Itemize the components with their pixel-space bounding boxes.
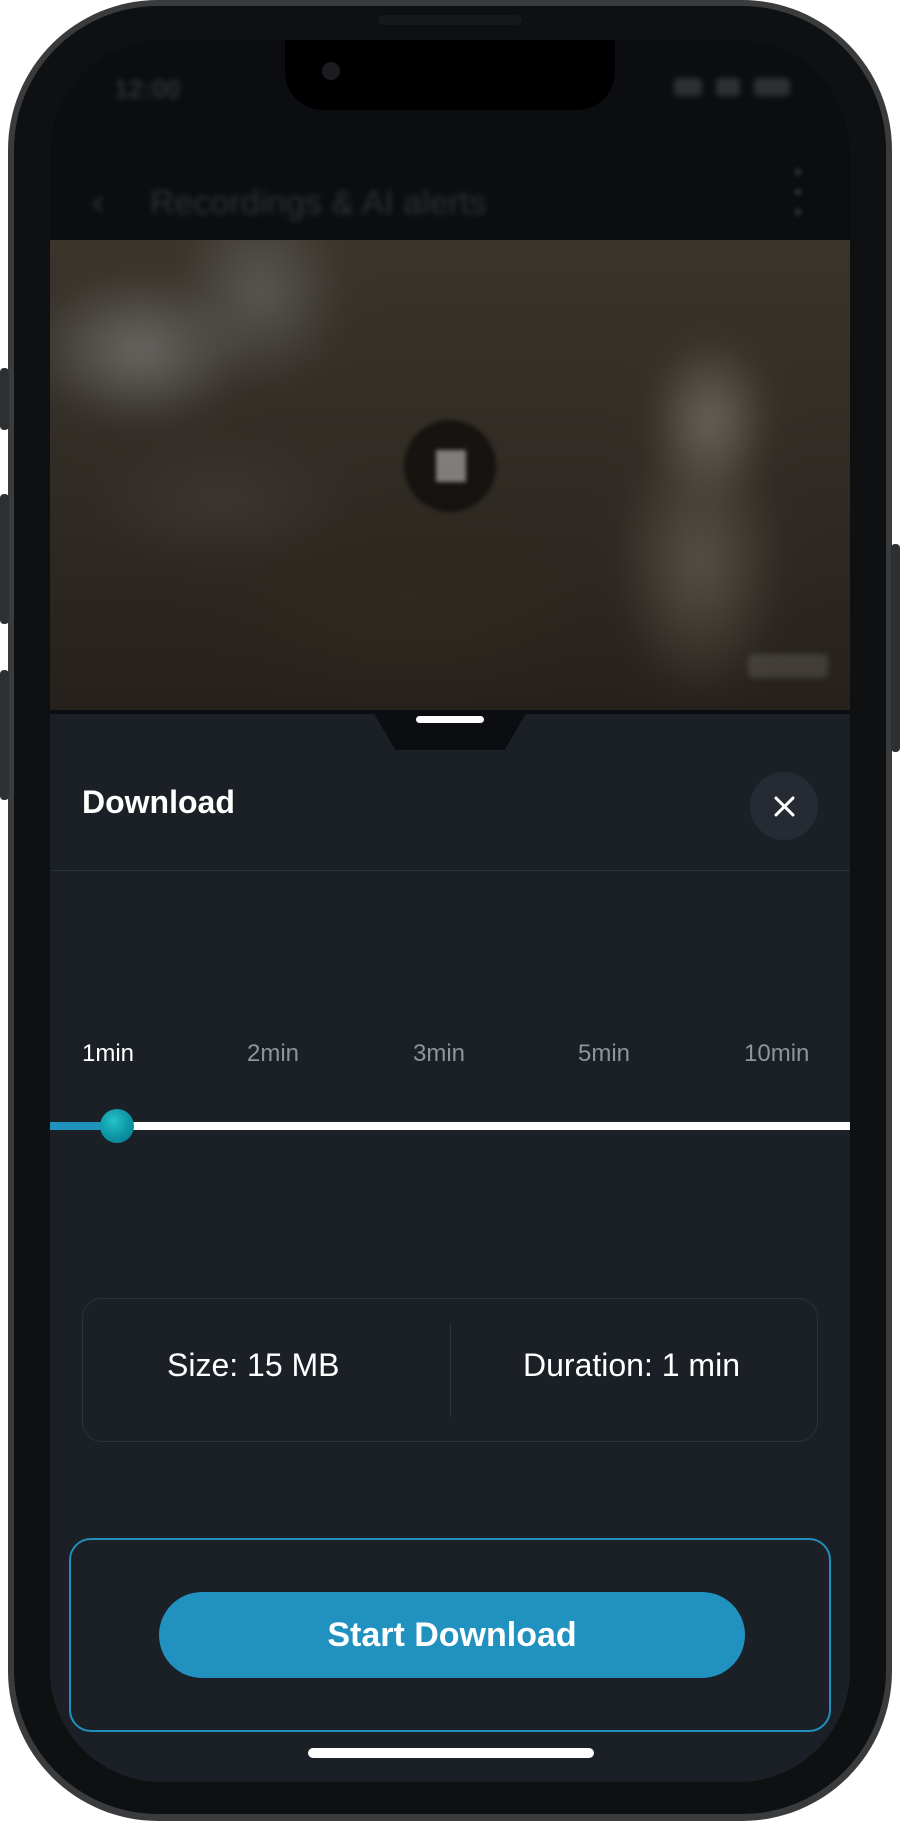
duration-option-1min[interactable]: 1min	[82, 1040, 134, 1068]
duration-option-10min[interactable]: 10min	[744, 1040, 809, 1068]
download-action-area: Start Download	[69, 1538, 831, 1732]
chevron-left-icon[interactable]: ‹	[90, 180, 106, 226]
camera-watermark	[748, 654, 828, 678]
earpiece-speaker	[378, 15, 522, 25]
duration-slider-track[interactable]	[50, 1122, 850, 1130]
duration-option-3min[interactable]: 3min	[413, 1040, 465, 1068]
dynamic-island	[285, 40, 615, 110]
info-separator	[450, 1323, 451, 1417]
video-preview[interactable]	[50, 240, 850, 710]
mute-switch	[0, 368, 9, 430]
sheet-divider	[50, 870, 850, 871]
duration-option-5min[interactable]: 5min	[578, 1040, 630, 1068]
size-value: Size: 15 MB	[167, 1347, 340, 1383]
duration-value: Duration: 1 min	[523, 1347, 740, 1383]
volume-up-button	[0, 494, 9, 624]
duration-option-2min[interactable]: 2min	[247, 1040, 299, 1068]
home-indicator[interactable]	[308, 1748, 594, 1758]
signal-icon	[674, 78, 702, 96]
more-vertical-icon[interactable]	[794, 168, 802, 218]
power-button	[891, 544, 900, 752]
battery-icon	[754, 78, 790, 96]
download-info-card: Size: 15 MB Duration: 1 min	[82, 1298, 818, 1442]
sheet-drag-handle[interactable]	[416, 716, 484, 723]
wifi-icon	[716, 78, 740, 96]
download-sheet: Download 1min 2min 3min 5min 10min Size:…	[50, 710, 850, 1782]
phone-screen: 12:00 ‹ Recordings & AI alerts Download …	[50, 40, 850, 1782]
close-icon[interactable]	[750, 772, 818, 840]
duration-slider-thumb[interactable]	[100, 1109, 134, 1143]
app-title: Recordings & AI alerts	[150, 184, 487, 222]
sheet-title: Download	[82, 784, 235, 820]
status-time: 12:00	[114, 74, 181, 104]
status-icons	[674, 78, 790, 96]
front-camera	[322, 62, 340, 80]
volume-down-button	[0, 670, 9, 800]
pause-icon	[404, 420, 496, 512]
start-download-button[interactable]: Start Download	[159, 1592, 745, 1678]
